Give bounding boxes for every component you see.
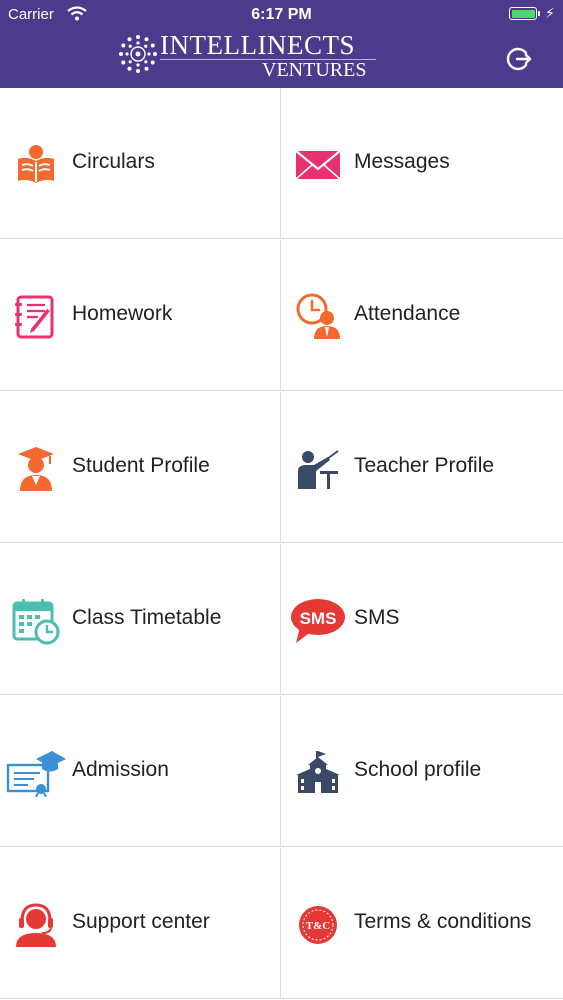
- menu-item-label: Circulars: [72, 150, 155, 173]
- teacher-board-icon: [294, 445, 342, 493]
- menu-item-admission[interactable]: Admission: [0, 696, 281, 847]
- menu-item-circulars[interactable]: Circulars: [0, 88, 281, 239]
- menu-item-messages[interactable]: Messages: [282, 88, 563, 239]
- sms-icon-text: SMS: [300, 609, 337, 628]
- charging-icon: ⚡: [545, 5, 555, 21]
- menu-item-label: Class Timetable: [72, 606, 222, 629]
- notebook-pencil-icon: [12, 293, 60, 341]
- menu-item-terms-conditions[interactable]: T&C Terms & conditions: [282, 848, 563, 999]
- menu-item-label: Messages: [354, 150, 450, 173]
- menu-item-label: School profile: [354, 758, 482, 781]
- menu-item-homework[interactable]: Homework: [0, 240, 281, 391]
- certificate-icon: [6, 749, 66, 798]
- menu-item-label: Homework: [72, 302, 173, 325]
- envelope-icon: [294, 141, 342, 189]
- brand-subtitle: VENTURES: [262, 59, 367, 81]
- menu-item-label: Terms & conditions: [354, 910, 532, 933]
- menu-grid: Circulars Messages Homework Attendance S…: [0, 88, 563, 1000]
- menu-item-student-profile[interactable]: Student Profile: [0, 392, 281, 543]
- menu-item-support-center[interactable]: Support center: [0, 848, 281, 999]
- menu-item-label: Admission: [72, 758, 169, 781]
- terms-icon-text: T&C: [306, 920, 331, 932]
- clock-person-icon: [294, 293, 342, 341]
- app-header: Carrier 6:17 PM ⚡ INTELLINECTS VENTURES: [0, 0, 563, 88]
- headset-icon: [12, 901, 60, 949]
- menu-item-teacher-profile[interactable]: Teacher Profile: [282, 392, 563, 543]
- status-time: 6:17 PM: [251, 6, 312, 23]
- menu-item-label: SMS: [354, 606, 400, 629]
- graduate-icon: [12, 445, 60, 493]
- menu-item-school-profile[interactable]: School profile: [282, 696, 563, 847]
- menu-item-class-timetable[interactable]: Class Timetable: [0, 544, 281, 695]
- brand-name: INTELLINECTS: [160, 30, 355, 60]
- menu-item-label: Student Profile: [72, 454, 210, 477]
- menu-item-sms[interactable]: SMS SMS: [282, 544, 563, 695]
- menu-item-label: Attendance: [354, 302, 461, 325]
- menu-item-attendance[interactable]: Attendance: [282, 240, 563, 391]
- brand-logo-icon: [118, 34, 158, 79]
- sms-bubble-icon: SMS: [290, 597, 346, 645]
- menu-item-label: Teacher Profile: [354, 454, 495, 477]
- calendar-clock-icon: [12, 597, 60, 645]
- reading-book-icon: [12, 141, 60, 189]
- battery-icon: [509, 7, 540, 20]
- menu-item-label: Support center: [72, 910, 210, 933]
- school-building-icon: [294, 749, 342, 797]
- logout-icon[interactable]: [505, 45, 533, 78]
- status-bar: Carrier 6:17 PM ⚡: [0, 0, 563, 30]
- terms-badge-icon: T&C: [294, 901, 342, 949]
